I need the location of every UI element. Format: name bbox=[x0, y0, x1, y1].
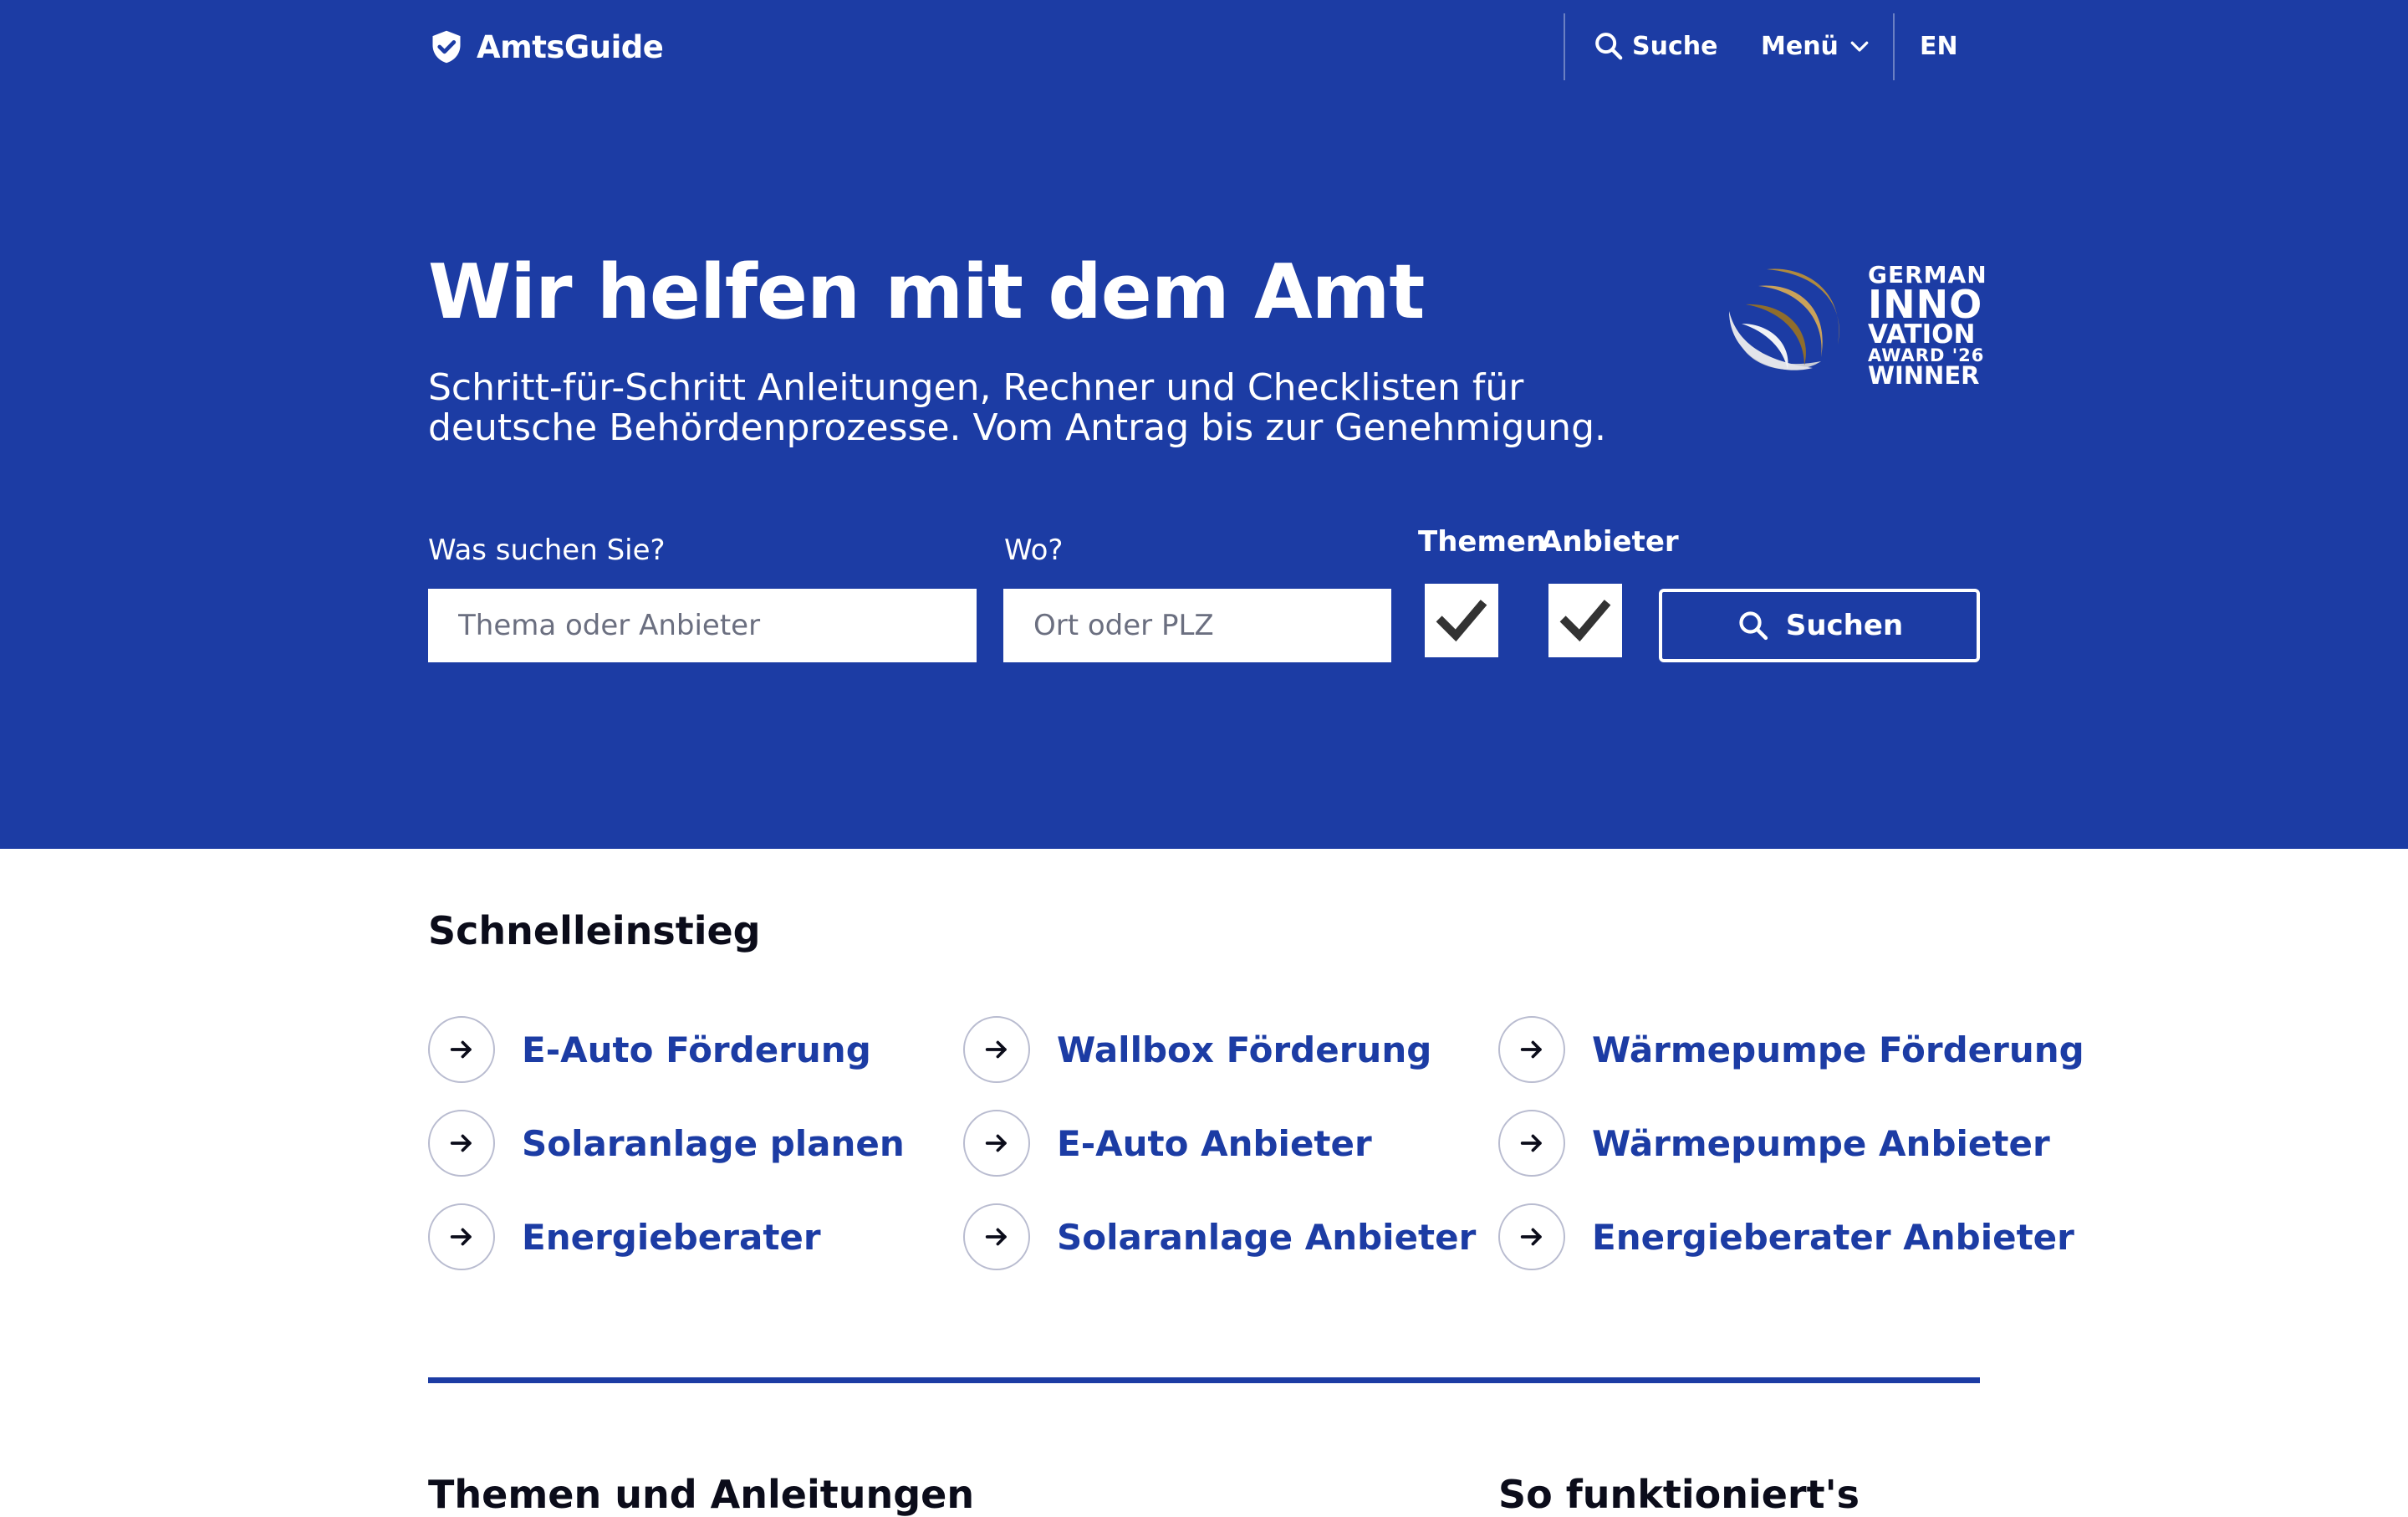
arrow-circle bbox=[1498, 1110, 1565, 1177]
arrow-right-icon bbox=[450, 1134, 472, 1152]
nav-menu-button[interactable]: Menü bbox=[1761, 25, 1872, 67]
award-logo-icon bbox=[1729, 268, 1839, 370]
arrow-circle bbox=[963, 1110, 1030, 1177]
what-search-input[interactable] bbox=[428, 589, 977, 662]
search-icon bbox=[1739, 611, 1768, 641]
logo-text: AmtsGuide bbox=[477, 28, 664, 65]
arrow-right-icon bbox=[1520, 1228, 1542, 1246]
quick-link-label: Wärmepumpe Förderung bbox=[1592, 1029, 2084, 1070]
where-label: Wo? bbox=[1004, 534, 1064, 567]
arrow-circle bbox=[963, 1016, 1030, 1083]
section-divider bbox=[428, 1377, 1980, 1383]
where-search-input[interactable] bbox=[1003, 589, 1391, 662]
nav-divider bbox=[1893, 13, 1895, 80]
award-line: INNO bbox=[1868, 281, 1983, 327]
checkmark-icon bbox=[1436, 600, 1487, 642]
quick-link-item[interactable]: Solaranlage Anbieter bbox=[963, 1203, 1476, 1270]
themen-checkbox[interactable] bbox=[1425, 584, 1498, 657]
quick-link-label: Wärmepumpe Anbieter bbox=[1592, 1122, 2050, 1164]
quick-link-item[interactable]: Solaranlage planen bbox=[428, 1110, 905, 1177]
language-switch[interactable]: EN bbox=[1920, 25, 1958, 67]
anbieter-checkbox[interactable] bbox=[1548, 584, 1622, 657]
quick-link-item[interactable]: E-Auto Anbieter bbox=[963, 1110, 1372, 1177]
quick-link-label: E-Auto Förderung bbox=[522, 1029, 871, 1070]
arrow-right-icon bbox=[985, 1134, 1007, 1152]
nav-search-label: Suche bbox=[1632, 31, 1718, 61]
arrow-right-icon bbox=[985, 1040, 1007, 1059]
search-icon bbox=[1595, 33, 1623, 60]
arrow-circle bbox=[963, 1203, 1030, 1270]
shield-check-icon bbox=[432, 30, 461, 64]
quick-link-item[interactable]: Wärmepumpe Förderung bbox=[1498, 1016, 2084, 1083]
arrow-circle bbox=[1498, 1016, 1565, 1083]
search-submit-label: Suchen bbox=[1785, 609, 1904, 642]
arrow-circle bbox=[428, 1203, 495, 1270]
how-it-works-title: So funktioniert's bbox=[1498, 1472, 1860, 1517]
topics-title: Themen und Anleitungen bbox=[428, 1472, 975, 1517]
arrow-circle bbox=[428, 1110, 495, 1177]
nav-search-button[interactable]: Suche bbox=[1592, 25, 1717, 67]
arrow-circle bbox=[428, 1016, 495, 1083]
page-title: Wir helfen mit dem Amt bbox=[428, 248, 1425, 336]
quick-link-label: Solaranlage Anbieter bbox=[1057, 1216, 1477, 1258]
anbieter-label: Anbieter bbox=[1540, 525, 1679, 559]
award-line: WINNER bbox=[1868, 360, 1980, 390]
chevron-down-icon bbox=[1850, 41, 1869, 52]
quick-link-item[interactable]: Energieberater bbox=[428, 1203, 821, 1270]
quick-link-label: Energieberater bbox=[522, 1216, 821, 1258]
arrow-circle bbox=[1498, 1203, 1565, 1270]
quick-links-title: Schnelleinstieg bbox=[428, 908, 761, 953]
page-subtitle: Schritt-für-Schritt Anleitungen, Rechner… bbox=[428, 366, 1606, 449]
quick-link-label: E-Auto Anbieter bbox=[1057, 1122, 1372, 1164]
arrow-right-icon bbox=[1520, 1134, 1542, 1152]
quick-link-item[interactable]: Wärmepumpe Anbieter bbox=[1498, 1110, 2050, 1177]
arrow-right-icon bbox=[450, 1228, 472, 1246]
themen-label: Themen bbox=[1418, 525, 1547, 559]
quick-link-item[interactable]: Energieberater Anbieter bbox=[1498, 1203, 2074, 1270]
award-badge: GERMAN INNO VATION AWARD '26 WINNER bbox=[1721, 253, 1987, 387]
arrow-right-icon bbox=[985, 1228, 1007, 1246]
quick-link-label: Solaranlage planen bbox=[522, 1122, 905, 1164]
logo[interactable]: AmtsGuide bbox=[428, 28, 664, 65]
nav-divider bbox=[1564, 13, 1565, 80]
quick-link-item[interactable]: Wallbox Förderung bbox=[963, 1016, 1431, 1083]
nav-menu-label: Menü bbox=[1761, 31, 1839, 61]
quick-link-label: Wallbox Förderung bbox=[1057, 1029, 1432, 1070]
quick-link-label: Energieberater Anbieter bbox=[1592, 1216, 2074, 1258]
quick-link-item[interactable]: E-Auto Förderung bbox=[428, 1016, 871, 1083]
what-label: Was suchen Sie? bbox=[428, 534, 666, 567]
award-text: GERMAN INNO VATION AWARD '26 WINNER bbox=[1868, 263, 1987, 390]
award-line: VATION bbox=[1868, 319, 1976, 350]
arrow-right-icon bbox=[450, 1040, 472, 1059]
checkmark-icon bbox=[1559, 600, 1611, 642]
search-submit-button[interactable]: Suchen bbox=[1659, 589, 1980, 662]
arrow-right-icon bbox=[1520, 1040, 1542, 1059]
